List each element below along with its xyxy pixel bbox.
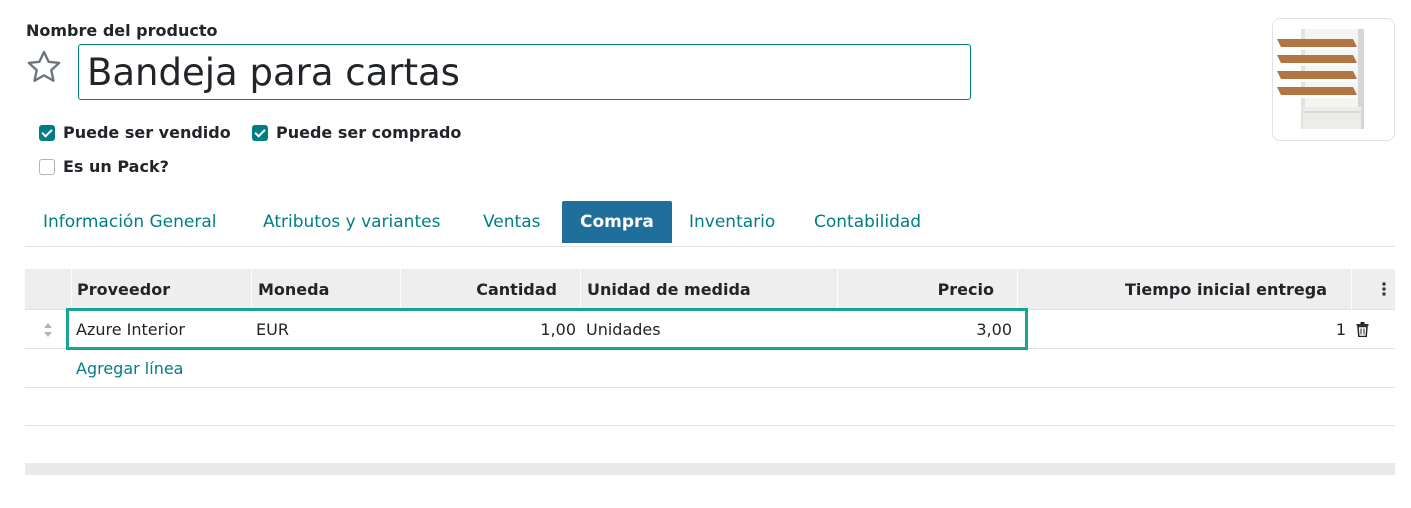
drag-handle-icon[interactable]	[43, 322, 53, 338]
column-header-cantidad[interactable]: Cantidad	[400, 269, 557, 310]
table-row[interactable]: Azure Interior EUR 1,00 Unidades 3,00 1	[25, 310, 1395, 349]
can-be-purchased-option[interactable]: Puede ser comprado	[252, 123, 461, 142]
column-header-precio[interactable]: Precio	[837, 269, 994, 310]
product-name-label: Nombre del producto	[26, 21, 218, 40]
tab-atributos-variantes[interactable]: Atributos y variantes	[245, 201, 458, 243]
tab-compra[interactable]: Compra	[562, 201, 672, 243]
quantity-cell[interactable]: 1,00	[400, 310, 576, 349]
horizontal-scrollbar[interactable]	[25, 463, 1395, 475]
add-line-row: Agregar línea	[25, 349, 1395, 388]
is-pack-label: Es un Pack?	[63, 157, 169, 176]
product-image[interactable]	[1272, 18, 1395, 141]
table-header: Proveedor Moneda Cantidad Unidad de medi…	[25, 269, 1395, 310]
tab-contabilidad[interactable]: Contabilidad	[796, 201, 939, 243]
uom-cell[interactable]: Unidades	[586, 310, 661, 349]
trash-icon[interactable]	[1356, 322, 1369, 337]
empty-row	[25, 388, 1395, 426]
star-icon[interactable]	[25, 48, 63, 86]
tab-informacion-general[interactable]: Información General	[25, 201, 235, 243]
tab-ventas[interactable]: Ventas	[465, 201, 558, 243]
letter-tray-icon	[1277, 29, 1364, 129]
is-pack-checkbox[interactable]	[39, 158, 55, 175]
price-cell[interactable]: 3,00	[837, 310, 1012, 349]
can-be-sold-checkbox[interactable]	[39, 124, 55, 141]
can-be-sold-option[interactable]: Puede ser vendido	[39, 123, 231, 142]
is-pack-option[interactable]: Es un Pack?	[39, 157, 169, 176]
column-header-moneda[interactable]: Moneda	[258, 269, 329, 310]
product-name-input[interactable]	[78, 44, 971, 100]
column-header-proveedor[interactable]: Proveedor	[77, 269, 170, 310]
can-be-purchased-label: Puede ser comprado	[276, 123, 462, 142]
vendor-cell[interactable]: Azure Interior	[76, 310, 185, 349]
lead-time-cell[interactable]: 1	[1017, 310, 1346, 349]
can-be-purchased-checkbox[interactable]	[252, 124, 268, 141]
add-line-link[interactable]: Agregar línea	[76, 349, 183, 387]
column-header-tiempo-entrega[interactable]: Tiempo inicial entrega	[1017, 269, 1327, 310]
column-options-icon[interactable]	[1381, 281, 1387, 297]
column-header-unidad-medida[interactable]: Unidad de medida	[587, 269, 751, 310]
product-tabs: Información General Atributos y variante…	[25, 201, 1395, 247]
currency-cell[interactable]: EUR	[256, 310, 289, 349]
tab-inventario[interactable]: Inventario	[671, 201, 793, 243]
can-be-sold-label: Puede ser vendido	[63, 123, 231, 142]
